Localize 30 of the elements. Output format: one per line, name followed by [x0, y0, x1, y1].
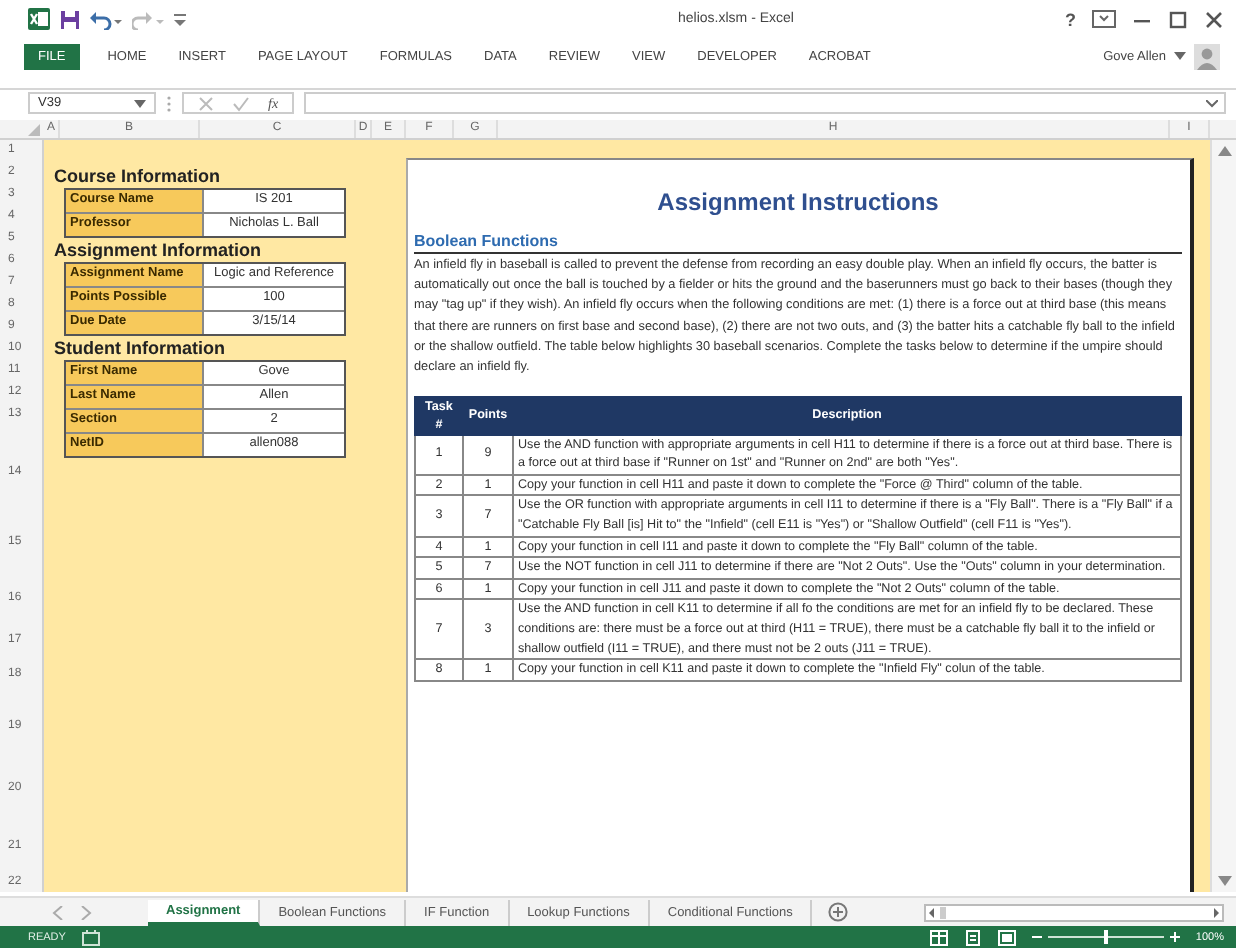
close-icon[interactable] — [1204, 9, 1224, 30]
scroll-up-icon[interactable] — [1217, 145, 1231, 156]
vertical-scrollbar[interactable] — [1210, 139, 1236, 893]
caret-icon[interactable] — [134, 99, 146, 108]
ribbon-display-icon[interactable] — [1092, 10, 1116, 29]
add-sheet-icon[interactable] — [828, 902, 849, 923]
zoom-in-icon[interactable] — [1169, 932, 1180, 943]
spreadsheet-logo-icon[interactable] — [28, 8, 50, 31]
expand-icon[interactable] — [1206, 99, 1218, 108]
section-heading: Boolean Functions — [414, 229, 1182, 254]
avatar-icon[interactable] — [1194, 43, 1220, 70]
caret-icon[interactable] — [1174, 52, 1186, 61]
section-heading: Student Information — [54, 335, 227, 360]
check-icon[interactable] — [232, 95, 250, 112]
zoom-slider-thumb[interactable] — [1103, 930, 1108, 945]
normal-view-icon[interactable] — [929, 929, 948, 946]
help-button[interactable]: ? — [1065, 9, 1076, 30]
instructions-title: Assignment Instructions — [655, 187, 941, 216]
formula-input[interactable] — [304, 92, 1226, 115]
grip-icon — [166, 93, 172, 114]
section-heading: Course Information — [54, 163, 223, 188]
page-layout-icon[interactable] — [963, 929, 982, 946]
macro-record-icon[interactable] — [81, 929, 100, 946]
maximize-icon[interactable] — [1168, 9, 1188, 30]
customize-icon[interactable] — [174, 11, 186, 28]
horizontal-scrollbar[interactable] — [924, 903, 1224, 922]
page-break-icon[interactable] — [997, 929, 1016, 946]
scroll-down-icon[interactable] — [1217, 876, 1231, 887]
section-heading: Assignment Information — [54, 237, 264, 262]
undo-icon[interactable] — [90, 9, 122, 30]
